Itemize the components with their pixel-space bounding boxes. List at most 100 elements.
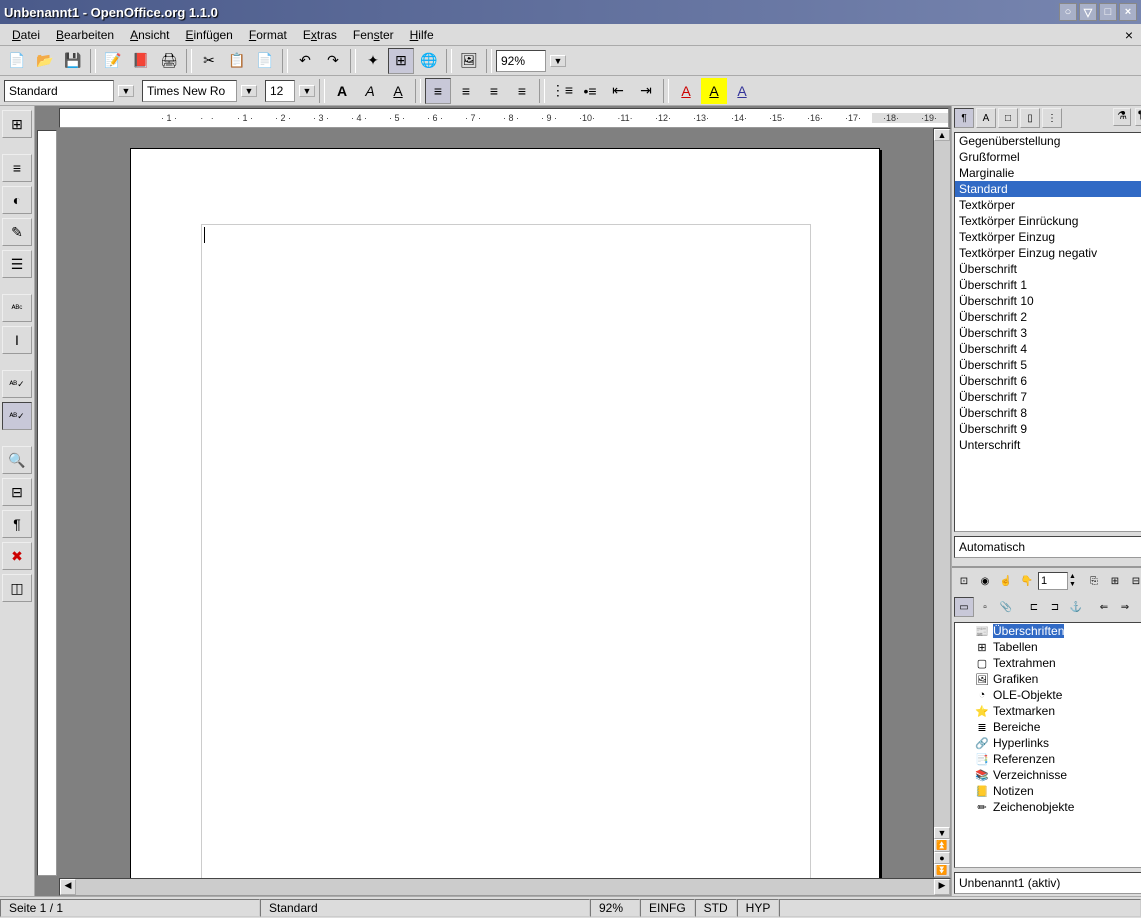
menu-datei[interactable]: Datei — [4, 26, 48, 44]
menu-bearbeiten[interactable]: Bearbeiten — [48, 26, 122, 44]
scroll-right-icon[interactable]: ▶ — [934, 879, 950, 895]
align-right-button[interactable]: ≡ — [481, 78, 507, 104]
vertical-scrollbar[interactable]: ▲ ▼ ⏫ ● ⏬ — [933, 128, 951, 878]
maximize-button[interactable]: ▽ — [1079, 3, 1097, 21]
page-down-spinner[interactable]: ▼ — [1069, 581, 1076, 589]
nav-prev-icon[interactable]: ☝ — [996, 571, 1016, 591]
style-filter-combo[interactable]: Automatisch ▼ — [954, 536, 1141, 558]
spellcheck-button[interactable]: ᴬᴮ✓ — [2, 370, 32, 398]
menu-format[interactable]: Format — [241, 26, 295, 44]
gallery-button[interactable]: 🖼 — [456, 48, 482, 74]
font-size-combo[interactable]: 12 — [265, 80, 295, 102]
open-button[interactable]: 📂 — [32, 48, 58, 74]
hyperlink-button[interactable]: 🌐 — [416, 48, 442, 74]
close-button[interactable]: × — [1119, 3, 1137, 21]
style-item[interactable]: Textkörper Einzug negativ — [955, 245, 1141, 261]
style-item[interactable]: Überschrift 6 — [955, 373, 1141, 389]
prev-page-icon[interactable]: ⏫ — [934, 839, 950, 852]
menu-ansicht[interactable]: Ansicht — [122, 26, 177, 44]
menu-extras[interactable]: Extras — [295, 26, 345, 44]
online-layout-button[interactable]: ◫ — [2, 574, 32, 602]
find-button[interactable]: 🔍 — [2, 446, 32, 474]
nav-page-input[interactable] — [1038, 572, 1068, 590]
copy-button[interactable]: 📋 — [224, 48, 250, 74]
nav-header-icon[interactable]: ⊏ — [1024, 597, 1044, 617]
bold-button[interactable]: A — [329, 78, 355, 104]
nav-tree-item[interactable]: 🔗Hyperlinks — [955, 735, 1141, 751]
style-item[interactable]: Überschrift 1 — [955, 277, 1141, 293]
nav-footer-icon[interactable]: ⊐ — [1045, 597, 1065, 617]
scroll-down-icon[interactable]: ▼ — [934, 827, 950, 839]
insert-fields-button[interactable]: ≡ — [2, 154, 32, 182]
align-justify-button[interactable]: ≡ — [509, 78, 535, 104]
minimize-button[interactable]: ○ — [1059, 3, 1077, 21]
highlight-button[interactable]: A — [701, 78, 727, 104]
restore-button[interactable]: □ — [1099, 3, 1117, 21]
page-styles-tab[interactable]: ▯ — [1020, 108, 1040, 128]
autotext-button[interactable]: ᴬᴮᶜ — [2, 294, 32, 322]
style-item[interactable]: Überschrift 5 — [955, 357, 1141, 373]
status-insert[interactable]: EINFG — [640, 899, 695, 917]
undo-button[interactable]: ↶ — [292, 48, 318, 74]
nav-target-icon[interactable]: ● — [934, 852, 950, 864]
document-close-icon[interactable]: × — [1125, 27, 1133, 43]
status-hyphenation[interactable]: HYP — [737, 899, 780, 917]
nav-tree-item[interactable]: 📰Überschriften — [955, 623, 1141, 639]
style-item[interactable]: Unterschrift — [955, 437, 1141, 453]
style-dropdown-icon[interactable]: ▼ — [118, 85, 134, 97]
size-dropdown-icon[interactable]: ▼ — [299, 85, 315, 97]
horizontal-ruler[interactable]: · 1 ·· ·· 1 ·· 2 ·· 3 ·· 4 ·· 5 ·· 6 ·· … — [59, 108, 949, 128]
status-selection[interactable]: STD — [695, 899, 737, 917]
nav-toggle-icon[interactable]: ⊡ — [954, 571, 974, 591]
nav-next-icon[interactable]: 👇 — [1017, 571, 1037, 591]
align-center-button[interactable]: ≡ — [453, 78, 479, 104]
document-viewport[interactable]: ▲ ▼ ⏫ ● ⏬ — [59, 128, 951, 878]
align-left-button[interactable]: ≡ — [425, 78, 451, 104]
nav-tree-item[interactable]: 📒Notizen — [955, 783, 1141, 799]
style-item[interactable]: Textkörper — [955, 197, 1141, 213]
style-item[interactable]: Textkörper Einzug — [955, 229, 1141, 245]
frame-styles-tab[interactable]: □ — [998, 108, 1018, 128]
nav-listbox-icon[interactable]: ▭ — [954, 597, 974, 617]
nav-tree-item[interactable]: ▢Textrahmen — [955, 655, 1141, 671]
auto-spellcheck-button[interactable]: ᴬᴮ✓ — [2, 402, 32, 430]
vertical-ruler[interactable] — [37, 130, 57, 876]
nav-document-combo[interactable]: Unbenannt1 (aktiv) ▼ — [954, 872, 1141, 894]
scroll-left-icon[interactable]: ◀ — [60, 879, 76, 895]
nav-chapter-down-icon[interactable]: ⊟ — [1126, 571, 1141, 591]
nav-drag-icon[interactable]: ⎘ — [1084, 571, 1104, 591]
style-item[interactable]: Textkörper Einrückung — [955, 213, 1141, 229]
page-up-spinner[interactable]: ▲ — [1069, 573, 1076, 581]
cut-button[interactable]: ✂ — [196, 48, 222, 74]
navigator-tree[interactable]: 📰Überschriften⊞Tabellen▢Textrahmen🖼Grafi… — [954, 622, 1141, 868]
style-item[interactable]: Marginalie — [955, 165, 1141, 181]
style-item[interactable]: Überschrift 2 — [955, 309, 1141, 325]
horizontal-scrollbar[interactable]: ◀ ▶ — [59, 878, 951, 896]
nav-chapter-up-icon[interactable]: ⊞ — [1105, 571, 1125, 591]
menu-fenster[interactable]: Fenster — [345, 26, 402, 44]
print-button[interactable]: 🖨 — [156, 48, 182, 74]
numbering-button[interactable]: ⋮≡ — [549, 78, 575, 104]
nav-reminder-icon[interactable]: 📎 — [996, 597, 1016, 617]
font-color-button[interactable]: A — [673, 78, 699, 104]
style-item[interactable]: Überschrift 3 — [955, 325, 1141, 341]
nav-tree-item[interactable]: ⊞Tabellen — [955, 639, 1141, 655]
font-name-combo[interactable]: Times New Ro — [142, 80, 237, 102]
nonprinting-button[interactable]: ¶ — [2, 510, 32, 538]
paragraph-style-combo[interactable]: Standard — [4, 80, 114, 102]
new-style-icon[interactable]: ¶≡ — [1135, 108, 1141, 126]
nav-demote-icon[interactable]: ⇒ — [1115, 597, 1135, 617]
form-button[interactable]: ☰ — [2, 250, 32, 278]
list-styles-tab[interactable]: ⋮ — [1042, 108, 1062, 128]
style-item[interactable]: Gegenüberstellung — [955, 133, 1141, 149]
next-page-icon[interactable]: ⏬ — [934, 864, 950, 877]
save-button[interactable]: 💾 — [60, 48, 86, 74]
scroll-up-icon[interactable]: ▲ — [934, 129, 950, 141]
data-sources-button[interactable]: ⊟ — [2, 478, 32, 506]
new-button[interactable]: 📄 — [4, 48, 30, 74]
font-dropdown-icon[interactable]: ▼ — [241, 85, 257, 97]
nav-tree-item[interactable]: ≣Bereiche — [955, 719, 1141, 735]
cursor-button[interactable]: I — [2, 326, 32, 354]
increase-indent-button[interactable]: ⇥ — [633, 78, 659, 104]
status-zoom[interactable]: 92% — [590, 899, 640, 917]
